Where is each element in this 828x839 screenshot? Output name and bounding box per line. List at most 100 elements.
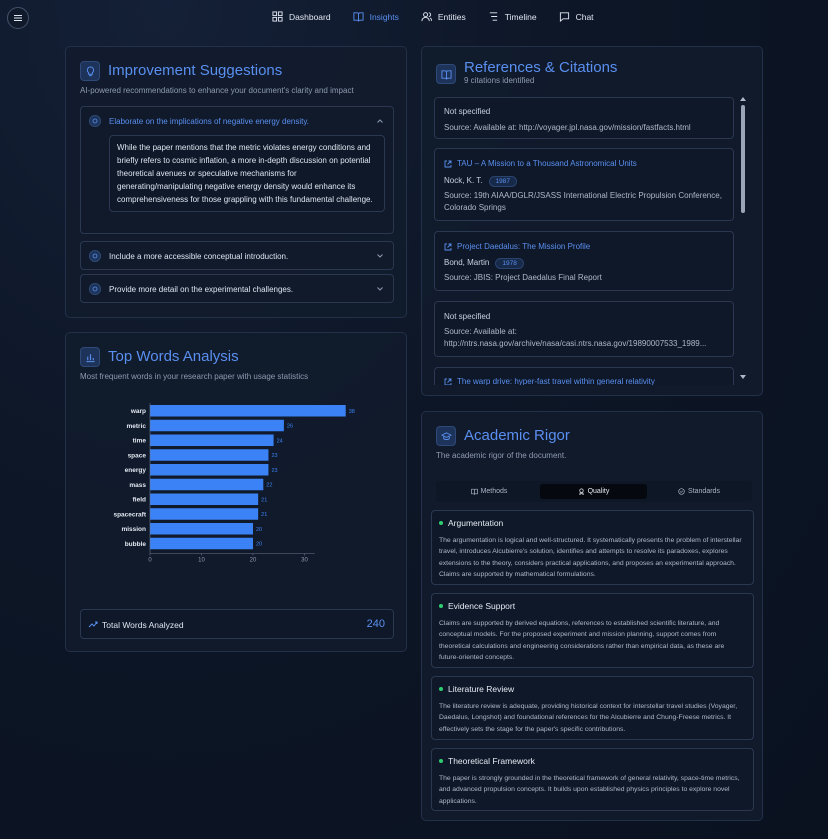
academic-rigor-panel: Academic Rigor The academic rigor of the… bbox=[421, 411, 763, 821]
bar bbox=[150, 493, 259, 505]
tab-methods[interactable]: Methods bbox=[439, 484, 539, 499]
reference-link[interactable]: TAU – A Mission to a Thousand Astronomic… bbox=[444, 159, 637, 168]
nav-timeline-label: Timeline bbox=[504, 11, 537, 22]
value-label: 38 bbox=[349, 409, 355, 415]
rigor-tabs: Methods Quality Standards bbox=[436, 481, 752, 502]
reference-source: Source: Available at: bbox=[444, 327, 517, 336]
nav-chat-label: Chat bbox=[575, 11, 594, 22]
rigor-item: Theoretical Framework The paper is stron… bbox=[431, 748, 754, 811]
total-words-label: Total Words Analyzed bbox=[102, 620, 184, 630]
menu-button[interactable] bbox=[7, 7, 29, 29]
suggestion-header[interactable]: Include a more accessible conceptual int… bbox=[89, 250, 288, 262]
reference-title: Not specified bbox=[444, 107, 491, 116]
year-badge: 1987 bbox=[488, 176, 517, 187]
rigor-item-title: Literature Review bbox=[439, 684, 514, 694]
reference-source: Source: Available at: http://voyager.jpl… bbox=[444, 123, 691, 132]
author-name: Nock, K. T. bbox=[444, 176, 483, 185]
suggestion-item[interactable]: Include a more accessible conceptual int… bbox=[80, 241, 394, 270]
chevron-down-icon[interactable] bbox=[376, 252, 384, 260]
bar bbox=[150, 434, 274, 446]
bar bbox=[150, 508, 259, 520]
reference-source: Source: 19th AIAA/DGLR/JSASS Internation… bbox=[444, 191, 722, 212]
award-icon bbox=[578, 488, 584, 495]
improvement-title: Improvement Suggestions bbox=[108, 62, 283, 79]
status-dot bbox=[439, 687, 443, 691]
bar bbox=[150, 449, 269, 461]
status-dot bbox=[439, 604, 443, 608]
references-list[interactable]: Not specified Source: Available at: http… bbox=[434, 95, 736, 385]
suggestion-item[interactable]: Provide more detail on the experimental … bbox=[80, 274, 394, 303]
references-title: References & Citations bbox=[464, 59, 618, 76]
book-icon bbox=[470, 488, 478, 495]
reference-link[interactable]: The warp drive: hyper-fast travel within… bbox=[444, 377, 655, 385]
value-label: 21 bbox=[261, 497, 267, 503]
suggestion-item[interactable]: Elaborate on the implications of negativ… bbox=[80, 106, 394, 234]
rigor-item: Literature Review The literature review … bbox=[431, 676, 754, 740]
rigor-item-text: The argumentation is logical and well-st… bbox=[439, 537, 742, 578]
x-tick-label: 10 bbox=[198, 558, 205, 564]
tab-quality-label: Quality bbox=[587, 488, 610, 495]
reference-card: TAU – A Mission to a Thousand Astronomic… bbox=[434, 148, 734, 221]
nav-dashboard[interactable]: Dashboard bbox=[272, 11, 331, 22]
value-label: 21 bbox=[261, 512, 267, 518]
nav-insights[interactable]: Insights bbox=[353, 11, 399, 22]
bar bbox=[150, 478, 264, 491]
reference-title: Not specified bbox=[444, 312, 491, 321]
reference-title: TAU – A Mission to a Thousand Astronomic… bbox=[457, 159, 637, 168]
category-label: warp bbox=[130, 408, 146, 415]
reference-author: Nock, K. T. 1987 bbox=[444, 176, 517, 187]
category-label: bubble bbox=[125, 541, 147, 548]
category-label: time bbox=[133, 438, 147, 445]
bar bbox=[150, 537, 253, 550]
reference-card: Not specified Source: Available at: http… bbox=[434, 97, 734, 139]
improvement-subtitle: AI-powered recommendations to enhance yo… bbox=[80, 86, 354, 95]
rigor-item: Argumentation The argumentation is logic… bbox=[431, 510, 754, 585]
author-name: Bond, Martin bbox=[444, 258, 490, 267]
improvement-suggestions-panel: Improvement Suggestions AI-powered recom… bbox=[65, 46, 407, 318]
rigor-item-text: The literature review is adequate, provi… bbox=[439, 703, 738, 733]
nav-chat[interactable]: Chat bbox=[559, 11, 594, 22]
references-scrollbar[interactable] bbox=[740, 95, 746, 385]
menu-icon bbox=[14, 15, 22, 21]
total-words-value: 240 bbox=[366, 618, 385, 630]
graduation-cap-icon bbox=[440, 431, 452, 440]
rigor-item-title-text: Argumentation bbox=[448, 518, 504, 528]
nav-entities[interactable]: Entities bbox=[421, 11, 466, 22]
category-label: space bbox=[128, 452, 147, 459]
external-link-icon bbox=[444, 243, 452, 250]
category-label: mass bbox=[129, 482, 146, 489]
rigor-item-text: The paper is strongly grounded in the th… bbox=[439, 775, 740, 805]
suggestion-header[interactable]: Elaborate on the implications of negativ… bbox=[89, 115, 309, 127]
tab-standards[interactable]: Standards bbox=[648, 484, 750, 499]
bar bbox=[150, 405, 346, 417]
value-label: 23 bbox=[271, 453, 277, 459]
value-label: 23 bbox=[271, 468, 277, 474]
top-navigation: Dashboard Insights Entities Timeline Cha… bbox=[0, 0, 828, 36]
timeline-icon bbox=[489, 12, 497, 21]
x-tick-label: 20 bbox=[250, 558, 257, 564]
status-dot bbox=[439, 521, 443, 525]
value-label: 24 bbox=[277, 438, 283, 444]
rigor-item: Evidence Support Claims are supported by… bbox=[431, 593, 754, 668]
top-words-chart: warp 38 metric 26 time 24 space 23 energy 23 mass 2… bbox=[113, 403, 355, 564]
suggestion-header[interactable]: Provide more detail on the experimental … bbox=[89, 283, 293, 295]
chevron-down-icon[interactable] bbox=[376, 285, 384, 293]
reference-link[interactable]: Project Daedalus: The Mission Profile bbox=[444, 242, 590, 251]
graduation-cap-icon-box bbox=[436, 426, 456, 446]
category-label: mission bbox=[121, 526, 146, 533]
tab-quality[interactable]: Quality bbox=[540, 484, 647, 499]
citation-count: 9 citations identified bbox=[464, 76, 535, 85]
tab-standards-label: Standards bbox=[688, 488, 720, 495]
suggestion-title: Provide more detail on the experimental … bbox=[109, 284, 294, 294]
year-badge: 1978 bbox=[495, 258, 524, 269]
suggestion-body: While the paper mentions that the metric… bbox=[109, 135, 385, 212]
rigor-item-title-text: Evidence Support bbox=[448, 601, 516, 611]
chevron-up-icon[interactable] bbox=[376, 117, 384, 125]
book-icon-box bbox=[436, 64, 456, 84]
reference-source-url: http://ntrs.nasa.gov/archive/nasa/casi.n… bbox=[444, 339, 707, 348]
top-words-panel: Top Words Analysis Most frequent words i… bbox=[65, 332, 407, 652]
reference-card: Not specified Source: Available at: http… bbox=[434, 301, 734, 357]
nav-timeline[interactable]: Timeline bbox=[488, 11, 537, 22]
reference-card: The warp drive: hyper-fast travel within… bbox=[434, 367, 734, 385]
suggestion-title: Include a more accessible conceptual int… bbox=[109, 251, 289, 261]
